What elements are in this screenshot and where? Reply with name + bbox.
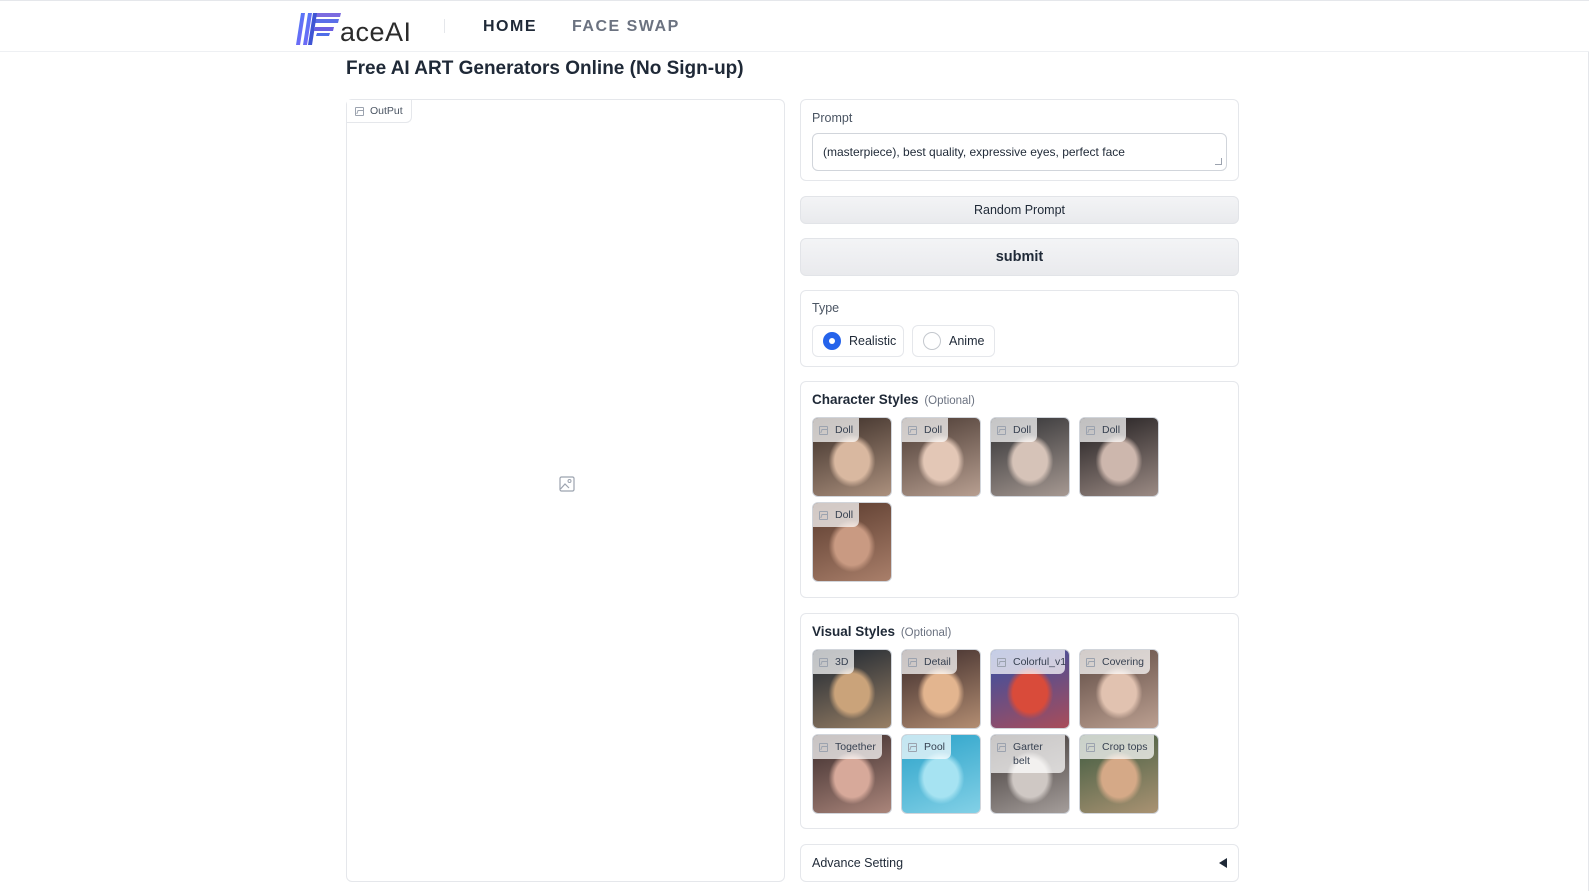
thumbnail-caption: Garter belt [991, 735, 1065, 773]
image-icon [997, 743, 1006, 752]
thumbnail-caption: Covering [1080, 650, 1151, 674]
thumbnail-caption: Doll [991, 418, 1038, 442]
character-styles-section: Character Styles (Optional) Doll Doll Doll… [800, 381, 1239, 598]
top-navigation-bar: aceAI HOME FACE SWAP [0, 0, 1589, 52]
visual-styles-section: Visual Styles (Optional) 3D Detail Colorfu… [800, 613, 1239, 829]
style-thumbnail[interactable]: Colorful_v1 [990, 649, 1070, 729]
image-icon [908, 426, 917, 435]
output-label-tag: OutPut [347, 100, 412, 123]
image-icon [1086, 658, 1095, 667]
image-icon [908, 658, 917, 667]
image-icon [819, 426, 828, 435]
thumbnail-label: Colorful_v1 [1013, 656, 1067, 668]
thumbnail-label: Pool [924, 741, 946, 753]
style-thumbnail[interactable]: Garter belt [990, 734, 1070, 814]
thumbnail-label: Doll [835, 424, 854, 436]
thumbnail-caption: Detail [902, 650, 957, 674]
style-thumbnail[interactable]: Together [812, 734, 892, 814]
brand-logo[interactable]: aceAI [296, 9, 412, 47]
image-icon [908, 743, 917, 752]
prompt-section: Prompt [800, 99, 1239, 181]
character-styles-title: Character Styles (Optional) [812, 392, 975, 407]
thumbnail-caption: Colorful_v1 [991, 650, 1067, 674]
thumbnail-label: Doll [835, 509, 854, 521]
thumbnail-label: Doll [1013, 424, 1032, 436]
style-thumbnail[interactable]: Pool [901, 734, 981, 814]
output-image-panel: OutPut [346, 99, 785, 882]
type-option-label: Realistic [849, 334, 897, 348]
thumbnail-label: Covering [1102, 656, 1145, 668]
submit-button[interactable]: submit [800, 238, 1239, 276]
radio-unchecked-icon[interactable] [923, 332, 941, 350]
thumbnail-caption: 3D [813, 650, 855, 674]
image-icon [1086, 743, 1095, 752]
style-thumbnail[interactable]: Doll [812, 502, 892, 582]
logo-mark-icon [296, 13, 341, 45]
section-title-text: Visual Styles [812, 624, 896, 639]
advance-setting-accordion[interactable]: Advance Setting [800, 844, 1239, 882]
page-title: Free AI ART Generators Online (No Sign-u… [346, 58, 744, 79]
caret-left-icon [1219, 858, 1227, 868]
type-section: Type Realistic Anime [800, 290, 1239, 367]
thumbnail-label: Together [835, 741, 876, 753]
thumbnail-label: Garter belt [1013, 741, 1043, 767]
thumbnail-label: Doll [924, 424, 943, 436]
optional-hint: (Optional) [900, 627, 952, 639]
header-divider [444, 19, 445, 33]
type-option-label: Anime [949, 334, 985, 348]
thumbnail-caption: Pool [902, 735, 952, 759]
random-prompt-button[interactable]: Random Prompt [800, 196, 1239, 224]
image-icon [997, 658, 1006, 667]
style-thumbnail[interactable]: Doll [990, 417, 1070, 497]
type-radio-anime[interactable]: Anime [912, 325, 995, 357]
thumbnail-caption: Doll [902, 418, 949, 442]
thumbnail-label: Crop tops [1102, 741, 1148, 753]
radio-checked-icon[interactable] [823, 332, 841, 350]
type-label: Type [812, 301, 840, 315]
thumbnail-caption: Together [813, 735, 882, 759]
image-icon [819, 511, 828, 520]
resize-handle-icon[interactable] [1215, 158, 1222, 165]
image-placeholder-icon [559, 476, 575, 492]
advance-setting-label: Advance Setting [812, 856, 904, 870]
nav-home-link[interactable]: HOME [483, 18, 537, 36]
image-icon [355, 106, 364, 116]
thumbnail-label: Detail [924, 656, 951, 668]
style-thumbnail[interactable]: Doll [901, 417, 981, 497]
section-title-text: Character Styles [812, 392, 919, 407]
prompt-textarea[interactable] [812, 133, 1227, 171]
optional-hint: (Optional) [924, 395, 975, 407]
style-thumbnail[interactable]: Covering [1079, 649, 1159, 729]
image-icon [819, 743, 828, 752]
style-thumbnail[interactable]: Doll [1079, 417, 1159, 497]
type-radio-realistic[interactable]: Realistic [812, 325, 904, 357]
image-icon [997, 426, 1006, 435]
thumbnail-label: 3D [835, 656, 849, 668]
nav-face-swap-link[interactable]: FACE SWAP [572, 18, 680, 36]
thumbnail-caption: Doll [813, 503, 860, 527]
brand-name: aceAI [340, 17, 412, 47]
visual-styles-title: Visual Styles (Optional) [812, 624, 951, 639]
thumbnail-caption: Doll [1080, 418, 1127, 442]
thumbnail-caption: Crop tops [1080, 735, 1154, 759]
style-thumbnail[interactable]: Detail [901, 649, 981, 729]
thumbnail-caption: Doll [813, 418, 860, 442]
output-label: OutPut [370, 105, 403, 117]
thumbnail-label: Doll [1102, 424, 1121, 436]
style-thumbnail[interactable]: Crop tops [1079, 734, 1159, 814]
image-icon [819, 658, 828, 667]
prompt-label: Prompt [812, 111, 853, 125]
style-thumbnail[interactable]: Doll [812, 417, 892, 497]
image-icon [1086, 426, 1095, 435]
style-thumbnail[interactable]: 3D [812, 649, 892, 729]
